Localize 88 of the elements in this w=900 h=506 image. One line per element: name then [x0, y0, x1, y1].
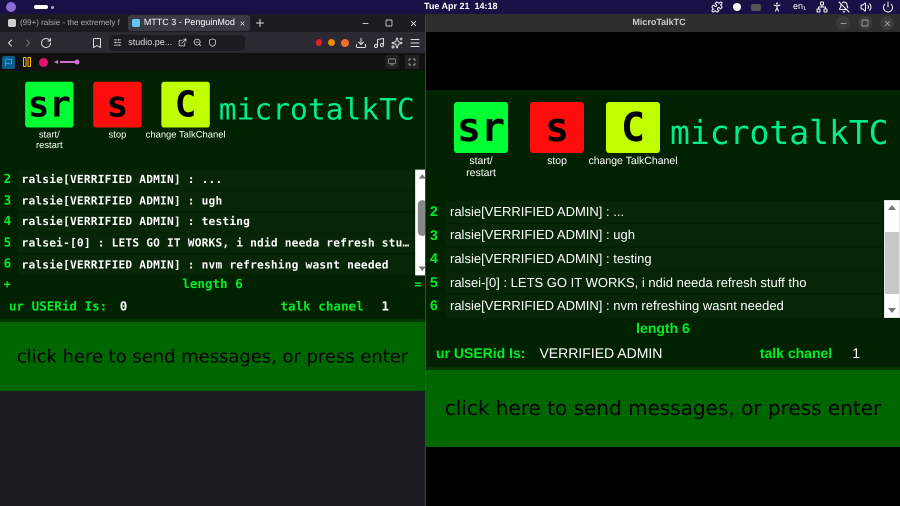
stage-button[interactable]: s — [530, 102, 584, 153]
button-label: stop — [108, 129, 126, 140]
flag-button[interactable] — [2, 56, 15, 68]
slider-icon[interactable] — [54, 59, 80, 65]
message-row: ralsie[VERRIFIED ADMIN] : testing — [446, 248, 882, 270]
tab-title: MTTC 3 - PenguinMod — [144, 16, 235, 30]
stage-button[interactable]: C — [161, 82, 210, 128]
channel-label: talk chanel — [760, 344, 832, 363]
network-icon[interactable] — [816, 1, 828, 13]
channel-value: 1 — [852, 344, 860, 363]
message-number: 5 — [2, 234, 12, 252]
scrollbar[interactable] — [884, 200, 900, 318]
power-icon[interactable] — [882, 1, 894, 13]
site-settings-icon — [113, 38, 122, 47]
message-number: 6 — [2, 256, 12, 274]
browser-tab[interactable]: MTTC 3 - PenguinMod — [128, 15, 250, 31]
message-number: 3 — [2, 192, 12, 210]
message-number: 3 — [429, 226, 439, 245]
reload-icon[interactable] — [40, 36, 52, 48]
app-title: microtalkTC — [218, 94, 415, 124]
message-row: ralsie[VERRIFIED ADMIN] : ugh — [446, 224, 882, 246]
sparkles-icon[interactable] — [391, 36, 403, 48]
small-stage-button[interactable] — [385, 55, 399, 69]
stage-button[interactable]: sr — [454, 102, 508, 153]
fullscreen-icon — [408, 58, 416, 66]
message-row: ralsei-[0] : LETS GO IT WORKS, i ndid needa refresh stuff tho — [446, 271, 882, 294]
open-icon — [178, 38, 188, 47]
tab-title: (99+) ralsie - the extremely f — [20, 17, 120, 29]
flag-icon — [4, 58, 13, 66]
window-title: MicroTalkTC — [631, 16, 687, 30]
shield-icon — [208, 38, 218, 47]
bell-off-icon[interactable] — [838, 1, 850, 13]
accessibility-icon[interactable] — [770, 1, 783, 13]
clock[interactable]: Tue Apr 21 14:18 — [424, 0, 498, 14]
message-number: 2 — [429, 202, 439, 222]
equals-mark: = — [414, 276, 422, 294]
address-bar[interactable]: studio.pe... — [109, 34, 246, 50]
message-row: ralsie[VERRIFIED ADMIN] : testing — [18, 212, 413, 232]
channel-value: 1 — [382, 298, 390, 316]
userid-label: ur USERid Is: — [8, 298, 108, 316]
url-text: studio.pe... — [128, 36, 172, 49]
userid-value: VERRIFIED ADMIN — [539, 344, 662, 363]
new-tab-icon[interactable] — [254, 17, 266, 29]
monitor-icon — [388, 58, 396, 66]
button-label: change TalkChanel — [146, 129, 226, 140]
browser-tab[interactable]: (99+) ralsie - the extremely f — [4, 15, 124, 31]
message-number: 4 — [2, 214, 12, 232]
music-icon[interactable] — [373, 36, 385, 48]
button-label: stop — [547, 155, 567, 167]
launcher-icon[interactable] — [6, 2, 16, 12]
button-label: change TalkChanel — [588, 155, 678, 167]
tab-favicon — [132, 19, 140, 27]
keyboard-layout[interactable]: en₁ — [792, 0, 806, 14]
length-label: length 6 — [182, 276, 243, 294]
channel-label: talk chanel — [280, 298, 364, 316]
message-row: ralsie[VERRIFIED ADMIN] : ... — [18, 170, 413, 190]
stage-button[interactable]: s — [93, 82, 142, 128]
scrollbar[interactable] — [414, 169, 425, 276]
pause-icon[interactable] — [21, 56, 33, 68]
puzzle-icon[interactable] — [710, 1, 723, 13]
zoom-icon — [193, 38, 202, 47]
button-label: start/ restart — [36, 129, 63, 151]
length-label: length 6 — [636, 319, 690, 338]
close-icon[interactable] — [882, 18, 892, 28]
close-tab-icon[interactable] — [238, 18, 246, 28]
workspace-indicator[interactable] — [34, 5, 48, 9]
message-row: ralsie[VERRIFIED ADMIN] : nvm refreshing wasnt needed — [446, 294, 882, 317]
userid-label: ur USERid Is: — [436, 344, 526, 363]
stage-button[interactable]: C — [606, 102, 660, 153]
fullscreen-button[interactable] — [405, 55, 419, 69]
volume-icon[interactable] — [860, 1, 872, 13]
message-number: 5 — [429, 272, 439, 292]
bookmark-icon[interactable] — [91, 36, 104, 48]
message-row: ralsie[VERRIFIED ADMIN] : ugh — [18, 191, 413, 212]
message-row: ralsie[VERRIFIED ADMIN] : ... — [446, 200, 882, 223]
userid-value: 0 — [120, 298, 128, 316]
message-row: ralsei-[0] : LETS GO IT WORKS, i ndid needa refresh stu… — [18, 234, 413, 254]
tab-favicon — [8, 19, 16, 27]
message-number: 2 — [2, 171, 12, 189]
message-number: 4 — [429, 249, 439, 268]
app-title: microtalkTC — [670, 116, 889, 149]
button-label: start/ restart — [466, 155, 496, 179]
message-number: 6 — [429, 296, 439, 316]
plus-mark: + — [4, 276, 11, 294]
download-icon[interactable] — [355, 36, 367, 48]
message-row: ralsie[VERRIFIED ADMIN] : nvm refreshing wasnt needed — [18, 254, 413, 275]
menu-icon[interactable] — [409, 36, 421, 48]
stage-button[interactable]: sr — [25, 82, 74, 128]
